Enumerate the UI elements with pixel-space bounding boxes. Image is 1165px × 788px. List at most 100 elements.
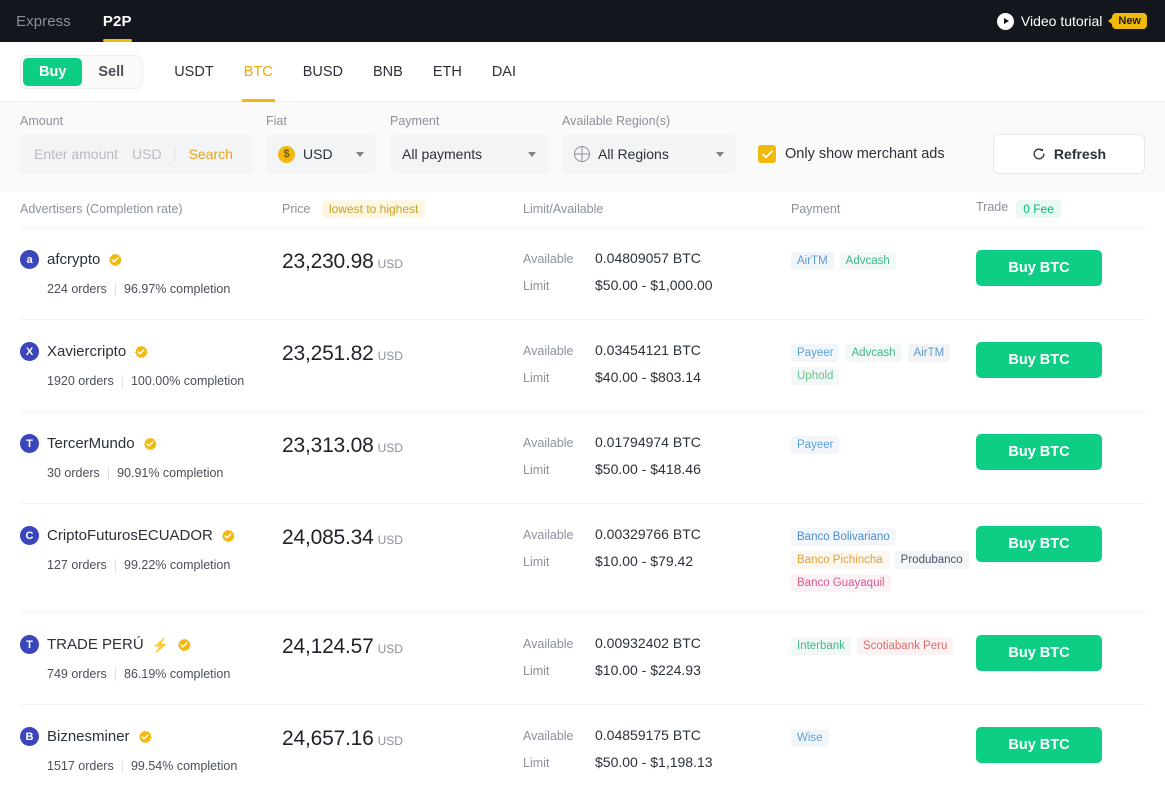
payment-tag-list: AirTM Advcash — [791, 250, 973, 270]
limit-row: Limit $40.00 - $803.14 — [523, 369, 791, 385]
coin-tab-bnb[interactable]: BNB — [358, 42, 418, 102]
payment-tag[interactable]: Produbanco — [894, 551, 969, 569]
order-count: 127 orders — [47, 558, 107, 572]
payment-tag[interactable]: Advcash — [845, 344, 902, 362]
coin-tab-usdt[interactable]: USDT — [159, 42, 228, 102]
buy-btc-button[interactable]: Buy BTC — [976, 635, 1102, 671]
available-value: 0.03454121 BTC — [595, 342, 701, 358]
verified-badge-icon — [178, 638, 191, 651]
payment-cell: AirTM Advcash — [791, 250, 973, 270]
price-currency: USD — [377, 642, 403, 656]
limit-available-cell: Available 0.04859175 BTC Limit $50.00 - … — [523, 727, 791, 770]
coin-tab-btc[interactable]: BTC — [229, 42, 288, 102]
advertiser-name-row: a afcrypto — [20, 250, 282, 269]
advertiser-name-row: B Biznesminer — [20, 727, 282, 746]
buy-btc-button[interactable]: Buy BTC — [976, 526, 1102, 562]
advertiser-cell: B Biznesminer 1517 orders | 99.54% compl… — [20, 727, 282, 773]
payment-cell: Banco Bolivariano Banco Pichincha Produban… — [791, 526, 973, 592]
payment-tag[interactable]: AirTM — [907, 344, 951, 362]
nav-item-p2p[interactable]: P2P — [87, 0, 148, 42]
payment-tag[interactable]: Advcash — [839, 252, 896, 270]
price-cell: 23,251.82 USD — [282, 342, 523, 366]
buy-tab[interactable]: Buy — [23, 57, 83, 86]
merchant-ads-checkbox-row[interactable]: Only show merchant ads — [758, 134, 945, 174]
merchant-ads-checkbox[interactable] — [758, 145, 776, 163]
advertiser-name[interactable]: afcrypto — [47, 251, 100, 268]
coin-tab-eth[interactable]: ETH — [418, 42, 477, 102]
stats-divider: | — [106, 466, 111, 480]
offers-table: Advertisers (Completion rate) Price lowe… — [0, 191, 1165, 788]
refresh-label: Refresh — [1053, 146, 1107, 162]
refresh-icon — [1033, 148, 1045, 160]
coin-tab-busd[interactable]: BUSD — [288, 42, 358, 102]
price-value: 24,085.34 — [282, 526, 374, 549]
stats-divider: | — [120, 759, 124, 773]
payment-tag[interactable]: Banco Pichincha — [791, 551, 889, 569]
avatar: a — [20, 250, 39, 269]
advertiser-name[interactable]: Biznesminer — [47, 728, 130, 745]
available-value: 0.00932402 BTC — [595, 635, 701, 651]
nav-item-express[interactable]: Express — [0, 0, 87, 42]
payment-tag[interactable]: AirTM — [791, 252, 834, 270]
payment-tag[interactable]: Payeer — [791, 344, 840, 362]
search-button[interactable]: Search — [175, 146, 247, 162]
payment-tag[interactable]: Payeer — [791, 436, 840, 454]
payment-tag[interactable]: Banco Guayaquil — [791, 574, 891, 592]
price-sort-badge[interactable]: lowest to highest — [321, 200, 426, 218]
advertiser-name[interactable]: Xaviercripto — [47, 343, 126, 360]
fiat-label: Fiat — [266, 114, 287, 128]
region-filter-group: Available Region(s) All Regions — [562, 114, 736, 174]
price-currency: USD — [377, 349, 403, 363]
limit-value: $40.00 - $803.14 — [595, 369, 701, 385]
zero-fee-badge: 0 Fee — [1016, 200, 1061, 218]
advertiser-name[interactable]: CriptoFuturosECUADOR — [47, 527, 213, 544]
sell-tab[interactable]: Sell — [82, 58, 140, 86]
table-row: X Xaviercripto 1920 orders | 100.00% com… — [20, 319, 1145, 411]
advertiser-name-row: T TercerMundo — [20, 434, 282, 453]
verified-badge-icon — [221, 529, 235, 542]
available-value: 0.04859175 BTC — [595, 727, 701, 743]
buy-btc-button[interactable]: Buy BTC — [976, 727, 1102, 763]
price-value: 23,313.08 — [282, 434, 374, 457]
completion-rate: 99.54% completion — [130, 759, 238, 773]
limit-available-cell: Available 0.04809057 BTC Limit $50.00 - … — [523, 250, 791, 293]
amount-input[interactable] — [20, 146, 132, 162]
payment-tag[interactable]: Interbank — [791, 637, 851, 655]
order-count: 1920 orders — [47, 374, 114, 388]
advertiser-name[interactable]: TercerMundo — [47, 435, 135, 452]
limit-value: $50.00 - $1,000.00 — [595, 277, 713, 293]
refresh-button[interactable]: Refresh — [993, 134, 1145, 174]
buy-btc-button[interactable]: Buy BTC — [976, 434, 1102, 470]
completion-rate: 90.91% completion — [117, 466, 224, 480]
advertiser-cell: T TercerMundo 30 orders | 90.91% complet… — [20, 434, 282, 480]
limit-row: Limit $50.00 - $418.46 — [523, 461, 791, 477]
limit-label: Limit — [523, 664, 550, 678]
fiat-select[interactable]: $ USD — [266, 134, 376, 174]
buy-btc-button[interactable]: Buy BTC — [976, 342, 1102, 378]
payment-tag[interactable]: Banco Bolivariano — [791, 528, 896, 546]
completion-rate: 99.22% completion — [124, 558, 231, 572]
limit-available-cell: Available 0.03454121 BTC Limit $40.00 - … — [523, 342, 791, 385]
video-tutorial-link[interactable]: Video tutorial New — [996, 12, 1147, 30]
payment-cell: Wise — [791, 727, 973, 747]
payment-tag[interactable]: Uphold — [791, 367, 840, 385]
completion-rate: 86.19% completion — [124, 667, 231, 681]
advertiser-name[interactable]: TRADE PERÚ — [47, 636, 144, 653]
avatar: T — [20, 434, 39, 453]
limit-value: $10.00 - $79.42 — [595, 553, 694, 569]
chevron-down-icon — [528, 151, 536, 157]
payment-tag[interactable]: Wise — [791, 729, 829, 747]
payment-select[interactable]: All payments — [390, 134, 548, 174]
header-price-label: Price — [282, 202, 311, 216]
payment-cell: Payeer Advcash AirTM Uphold — [791, 342, 973, 385]
payment-tag[interactable]: Scotiabank Peru — [856, 637, 954, 655]
payment-cell: Payeer — [791, 434, 973, 454]
price-cell: 24,124.57 USD — [282, 635, 523, 659]
price-value: 23,230.98 — [282, 250, 374, 273]
coin-tab-bar: Buy Sell USDT BTC BUSD BNB ETH DAI — [0, 42, 1165, 102]
region-select[interactable]: All Regions — [562, 134, 736, 174]
advertiser-name-row: C CriptoFuturosECUADOR — [20, 526, 282, 545]
buy-btc-button[interactable]: Buy BTC — [976, 250, 1102, 286]
coin-tab-dai[interactable]: DAI — [477, 42, 531, 102]
advertiser-stats: 749 orders | 86.19% completion — [47, 667, 282, 681]
